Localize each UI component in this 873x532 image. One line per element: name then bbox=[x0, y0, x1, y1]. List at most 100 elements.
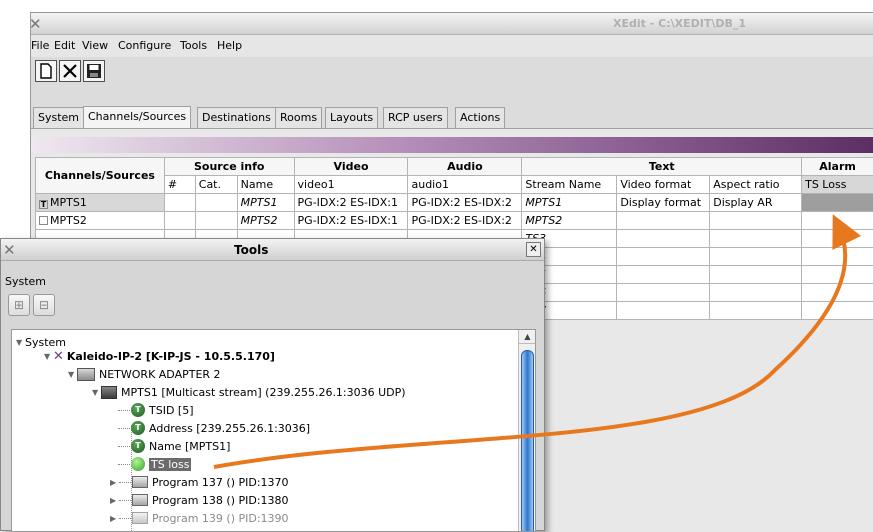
delete-button[interactable] bbox=[59, 60, 81, 82]
ts-stream-icon bbox=[101, 386, 117, 399]
menu-file[interactable]: File bbox=[31, 39, 49, 52]
window-title: XEdit - C:\XEDIT\DB_1 bbox=[613, 17, 746, 30]
alarm-status-icon bbox=[131, 457, 145, 471]
text-item-icon: T bbox=[131, 421, 145, 435]
cell[interactable] bbox=[802, 212, 873, 230]
tree-node-label: TS loss bbox=[149, 458, 191, 471]
cell[interactable]: MPTS1 bbox=[237, 194, 294, 212]
tab-layouts[interactable]: Layouts bbox=[325, 107, 378, 128]
tree-node-label: Name [MPTS1] bbox=[149, 440, 230, 453]
cell[interactable] bbox=[710, 266, 802, 284]
cell[interactable] bbox=[617, 230, 710, 248]
col-video-format[interactable]: Video format bbox=[617, 176, 710, 194]
cell[interactable] bbox=[802, 302, 873, 320]
tree-node-ts-loss[interactable]: TS loss bbox=[118, 456, 191, 472]
menu-tools[interactable]: Tools bbox=[180, 39, 207, 52]
tree-node-adapter[interactable]: ▼ NETWORK ADAPTER 2 bbox=[68, 366, 221, 382]
tab-channels-sources[interactable]: Channels/Sources bbox=[83, 106, 191, 129]
tree-node-label: Address [239.255.26.1:3036] bbox=[149, 422, 310, 435]
cell[interactable] bbox=[710, 248, 802, 266]
tab-system[interactable]: System bbox=[33, 107, 84, 128]
save-button[interactable] bbox=[83, 60, 105, 82]
col-ts-loss[interactable]: TS Loss bbox=[802, 176, 873, 194]
cell[interactable] bbox=[164, 194, 195, 212]
cell[interactable] bbox=[617, 248, 710, 266]
tab-rcp-users[interactable]: RCP users bbox=[383, 107, 448, 128]
row-header[interactable]: MPTS2 bbox=[36, 212, 165, 230]
cell[interactable] bbox=[164, 212, 195, 230]
cell[interactable] bbox=[195, 194, 237, 212]
col-aspect-ratio[interactable]: Aspect ratio bbox=[710, 176, 802, 194]
cell[interactable] bbox=[617, 302, 710, 320]
col-name[interactable]: Name bbox=[237, 176, 294, 194]
expand-all-button[interactable]: ⊞ bbox=[8, 294, 30, 316]
tree-node-device[interactable]: ▼✕Kaleido-IP-2 [K-IP-JS - 10.5.5.170] bbox=[44, 348, 275, 364]
col-audio1[interactable]: audio1 bbox=[408, 176, 522, 194]
tree-node-name[interactable]: TName [MPTS1] bbox=[118, 438, 230, 454]
col-category[interactable]: Cat. bbox=[195, 176, 237, 194]
col-video1[interactable]: video1 bbox=[294, 176, 408, 194]
cell[interactable]: Display format bbox=[617, 194, 710, 212]
collapse-all-button[interactable]: ⊟ bbox=[33, 294, 55, 316]
save-icon bbox=[86, 63, 102, 79]
tree-node-tsid[interactable]: TTSID [5] bbox=[118, 402, 194, 418]
tree-node-label: MPTS1 [Multicast stream] (239.255.26.1:3… bbox=[121, 386, 406, 399]
tree-node-program-138[interactable]: ▶Program 138 () PID:1380 bbox=[110, 492, 289, 508]
close-button[interactable]: ✕ bbox=[526, 242, 541, 257]
program-icon bbox=[132, 476, 148, 488]
cell[interactable]: MPTS2 bbox=[237, 212, 294, 230]
cell[interactable]: MPTS1 bbox=[522, 194, 617, 212]
cell[interactable] bbox=[617, 266, 710, 284]
cell[interactable] bbox=[802, 266, 873, 284]
row-label: MPTS2 bbox=[50, 214, 87, 227]
cell[interactable]: Display AR bbox=[710, 194, 802, 212]
menu-view[interactable]: View bbox=[82, 39, 108, 52]
table-row[interactable]: TMPTS1 MPTS1 PG-IDX:2 ES-IDX:1 PG-IDX:2 … bbox=[36, 194, 873, 212]
tree-connector bbox=[118, 464, 130, 465]
tab-destinations[interactable]: Destinations bbox=[197, 107, 276, 128]
row-header[interactable]: TMPTS1 bbox=[36, 194, 165, 212]
scroll-thumb[interactable] bbox=[521, 350, 534, 532]
menu-edit[interactable]: Edit bbox=[54, 39, 75, 52]
col-number[interactable]: # bbox=[164, 176, 195, 194]
menu-configure[interactable]: Configure bbox=[118, 39, 171, 52]
tree-node-program-137[interactable]: ▶Program 137 () PID:1370 bbox=[110, 474, 289, 490]
expanded-arrow-icon: ▼ bbox=[68, 370, 76, 379]
menu-help[interactable]: Help bbox=[217, 39, 242, 52]
col-stream-name[interactable]: Stream Name bbox=[522, 176, 617, 194]
tools-title-bar[interactable]: ✕ Tools ✕ bbox=[1, 239, 544, 261]
cell[interactable] bbox=[195, 212, 237, 230]
tree-node-address[interactable]: T Address [239.255.26.1:3036] bbox=[118, 420, 310, 436]
cell[interactable]: PG-IDX:2 ES-IDX:1 bbox=[294, 194, 408, 212]
cell[interactable] bbox=[710, 284, 802, 302]
vertical-scrollbar[interactable]: ▲ bbox=[518, 330, 536, 532]
cell[interactable] bbox=[710, 212, 802, 230]
group-source-info: Source info bbox=[164, 158, 294, 176]
cell[interactable]: PG-IDX:2 ES-IDX:2 bbox=[408, 212, 522, 230]
collapsed-arrow-icon: ▶ bbox=[110, 496, 118, 505]
cell[interactable] bbox=[617, 284, 710, 302]
tree-node-label: NETWORK ADAPTER 2 bbox=[99, 368, 221, 381]
cell[interactable]: MPTS2 bbox=[522, 212, 617, 230]
expanded-arrow-icon: ▼ bbox=[92, 388, 100, 397]
title-bar: ✕ XEdit - C:\XEDIT\DB_1 bbox=[31, 13, 873, 35]
tree-node-program-139[interactable]: ▶Program 139 () PID:1390 bbox=[110, 510, 289, 526]
system-tree: ▼System ▼✕Kaleido-IP-2 [K-IP-JS - 10.5.5… bbox=[11, 329, 536, 532]
tree-node-stream[interactable]: ▼ MPTS1 [Multicast stream] (239.255.26.1:… bbox=[92, 384, 406, 400]
tab-rooms[interactable]: Rooms bbox=[275, 107, 322, 128]
cell[interactable] bbox=[710, 230, 802, 248]
cell[interactable] bbox=[617, 212, 710, 230]
new-button[interactable] bbox=[35, 60, 57, 82]
cell[interactable] bbox=[802, 230, 873, 248]
cell[interactable]: PG-IDX:2 ES-IDX:2 bbox=[408, 194, 522, 212]
table-row[interactable]: MPTS2 MPTS2 PG-IDX:2 ES-IDX:1 PG-IDX:2 E… bbox=[36, 212, 873, 230]
cell[interactable] bbox=[802, 248, 873, 266]
scroll-up-icon[interactable]: ▲ bbox=[519, 330, 536, 344]
cell[interactable] bbox=[710, 302, 802, 320]
app-logo-icon: ✕ bbox=[29, 15, 42, 33]
kaleido-icon: ✕ bbox=[53, 349, 64, 364]
cell[interactable]: PG-IDX:2 ES-IDX:1 bbox=[294, 212, 408, 230]
tab-actions[interactable]: Actions bbox=[455, 107, 505, 128]
ts-loss-cell[interactable] bbox=[802, 194, 873, 212]
cell[interactable] bbox=[802, 284, 873, 302]
